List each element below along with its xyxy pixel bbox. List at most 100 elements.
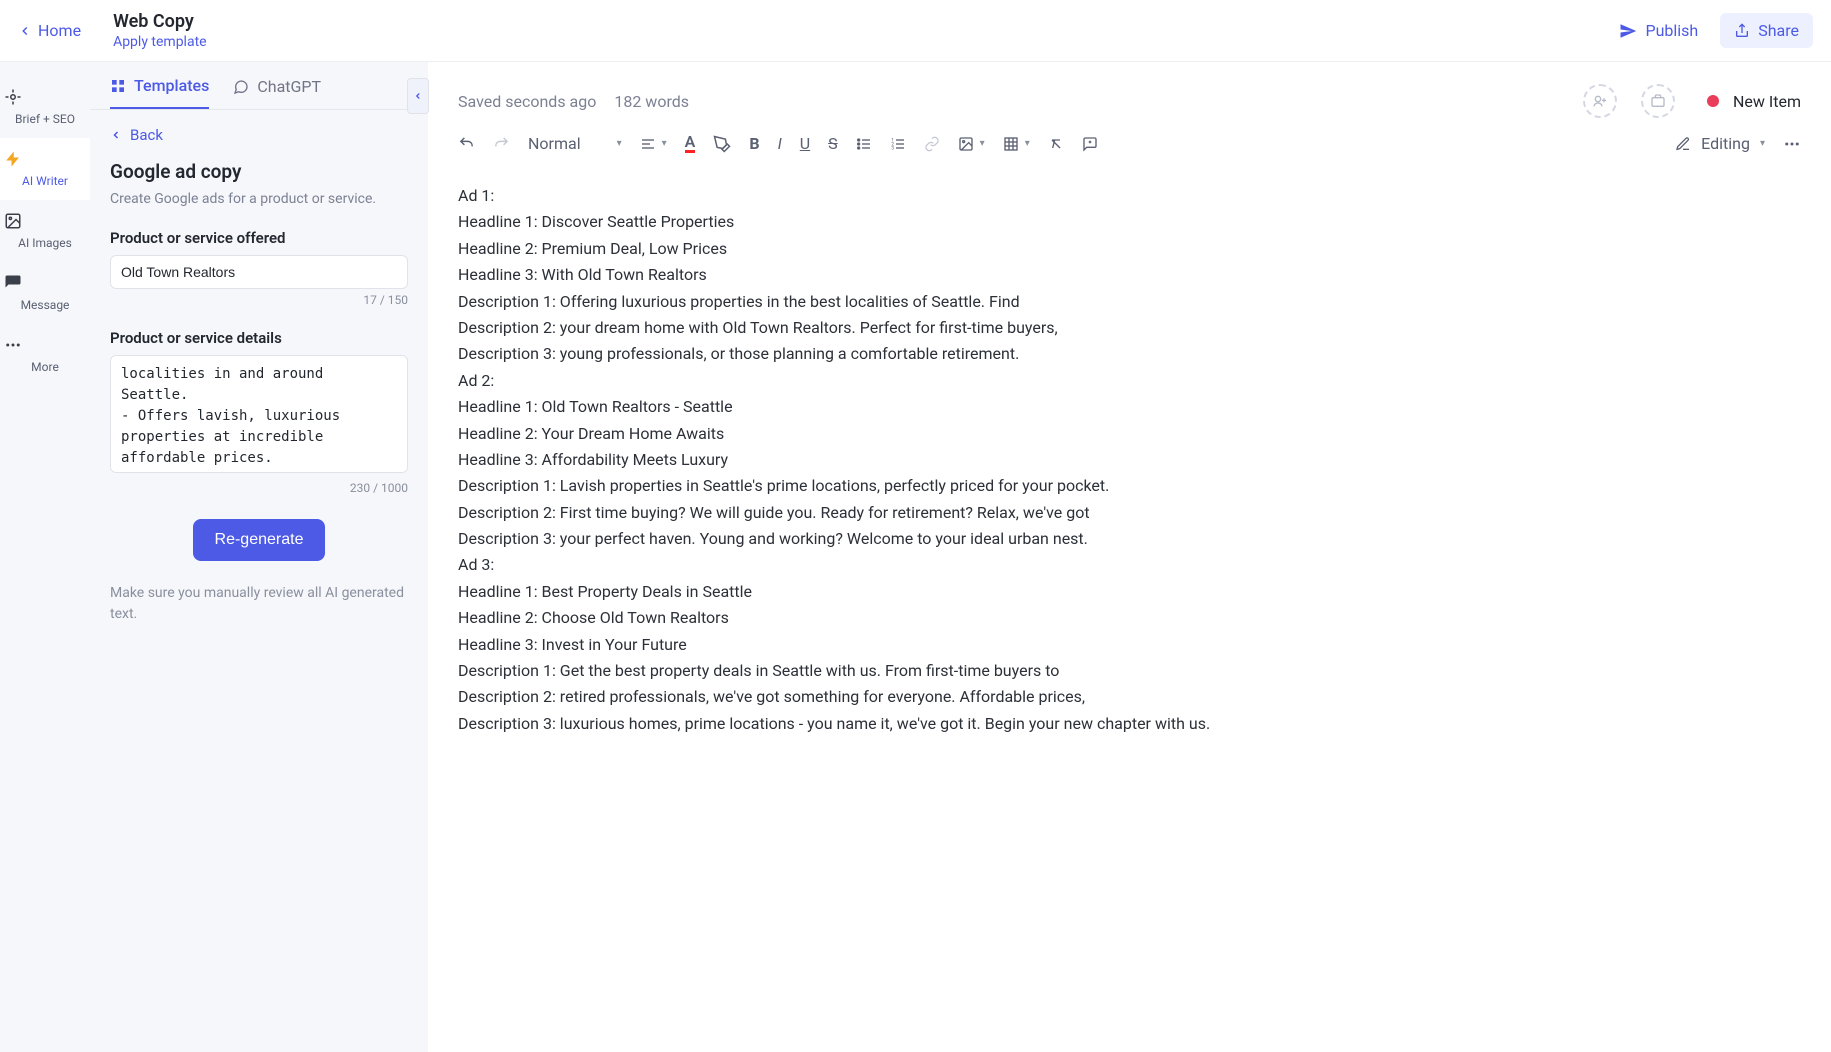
details-textarea[interactable] xyxy=(110,355,408,473)
field-product-label: Product or service offered xyxy=(110,229,408,247)
rail-item-message[interactable]: Message xyxy=(0,262,90,324)
document-line[interactable]: Ad 1: xyxy=(458,183,1801,209)
apply-template-link[interactable]: Apply template xyxy=(113,34,207,50)
document-line[interactable]: Description 2: retired professionals, we… xyxy=(458,684,1801,710)
word-count: 182 words xyxy=(614,92,689,111)
more-icon xyxy=(4,336,86,354)
document-line[interactable]: Headline 2: Your Dream Home Awaits xyxy=(458,421,1801,447)
document-line[interactable]: Ad 3: xyxy=(458,552,1801,578)
tab-chatgpt[interactable]: ChatGPT xyxy=(233,76,321,109)
publish-button[interactable]: Publish xyxy=(1619,21,1698,40)
editor-header: Saved seconds ago 182 words New Item xyxy=(428,62,1831,124)
document-line[interactable]: Description 1: Get the best property dea… xyxy=(458,658,1801,684)
chevron-down-icon: ▾ xyxy=(980,138,985,149)
tab-templates[interactable]: Templates xyxy=(110,76,209,109)
bullet-list-button[interactable] xyxy=(856,136,872,152)
lightning-icon xyxy=(4,150,86,168)
document-line[interactable]: Description 1: Offering luxurious proper… xyxy=(458,289,1801,315)
product-input[interactable] xyxy=(110,255,408,289)
tab-label: Templates xyxy=(134,76,209,95)
strikethrough-button[interactable]: S xyxy=(828,134,838,153)
document-line[interactable]: Description 3: luxurious homes, prime lo… xyxy=(458,711,1801,737)
panel-body: Back Google ad copy Create Google ads fo… xyxy=(90,110,428,641)
document-title: Web Copy xyxy=(113,11,207,32)
document-line[interactable]: Headline 1: Best Property Deals in Seatt… xyxy=(458,579,1801,605)
details-char-count: 230 / 1000 xyxy=(110,481,408,495)
chat-icon xyxy=(233,79,249,95)
comment-button[interactable] xyxy=(1082,136,1098,152)
document-line[interactable]: Headline 1: Discover Seattle Properties xyxy=(458,209,1801,235)
document-line[interactable]: Headline 2: Premium Deal, Low Prices xyxy=(458,236,1801,262)
rail-item-ai-images[interactable]: AI Images xyxy=(0,200,90,262)
saved-status: Saved seconds ago xyxy=(458,92,596,111)
rail-item-brief-seo[interactable]: Brief + SEO xyxy=(0,76,90,138)
briefcase-button[interactable] xyxy=(1641,84,1675,118)
document-line[interactable]: Description 1: Lavish properties in Seat… xyxy=(458,473,1801,499)
align-select[interactable]: ▾ xyxy=(640,136,667,152)
document-line[interactable]: Headline 2: Choose Old Town Realtors xyxy=(458,605,1801,631)
share-label: Share xyxy=(1758,21,1799,40)
rail-label: Message xyxy=(21,298,70,312)
document-line[interactable]: Description 2: First time buying? We wil… xyxy=(458,500,1801,526)
document-line[interactable]: Headline 1: Old Town Realtors - Seattle xyxy=(458,394,1801,420)
document-line[interactable]: Headline 3: Affordability Meets Luxury xyxy=(458,447,1801,473)
rail-label: Brief + SEO xyxy=(15,112,75,126)
style-select[interactable]: Normal ▾ xyxy=(528,134,622,153)
chevron-down-icon: ▾ xyxy=(617,138,622,149)
side-panel: Templates ChatGPT Back Google ad copy Cr… xyxy=(90,62,428,1052)
share-button[interactable]: Share xyxy=(1720,13,1813,48)
mode-select[interactable]: Editing ▾ xyxy=(1675,134,1765,153)
rail-label: More xyxy=(31,360,59,374)
top-bar: Home Web Copy Apply template Publish Sha… xyxy=(0,0,1831,62)
underline-button[interactable]: U xyxy=(800,134,810,153)
collapse-panel-button[interactable] xyxy=(407,78,429,114)
editor-toolbar: Normal ▾ ▾ A B I U S 123 xyxy=(428,124,1831,163)
product-char-count: 17 / 150 xyxy=(110,293,408,307)
rail-label: AI Images xyxy=(18,236,72,250)
chevron-down-icon: ▾ xyxy=(1760,138,1765,149)
document-line[interactable]: Description 3: young professionals, or t… xyxy=(458,341,1801,367)
style-label: Normal xyxy=(528,134,581,153)
back-label: Back xyxy=(130,126,163,144)
text-color-button[interactable]: A xyxy=(685,134,696,153)
redo-button[interactable] xyxy=(493,135,510,152)
document-status[interactable]: New Item xyxy=(1707,92,1801,111)
link-button[interactable] xyxy=(924,136,940,152)
rail-item-ai-writer[interactable]: AI Writer xyxy=(0,138,90,200)
rail-item-more[interactable]: More xyxy=(0,324,90,386)
regenerate-button[interactable]: Re-generate xyxy=(193,519,326,561)
chevron-down-icon: ▾ xyxy=(1025,138,1030,149)
send-icon xyxy=(1619,22,1637,40)
back-link[interactable]: Back xyxy=(110,126,408,144)
italic-button[interactable]: I xyxy=(778,134,782,153)
add-collaborator-button[interactable] xyxy=(1583,84,1617,118)
more-options-button[interactable] xyxy=(1783,135,1801,153)
message-icon xyxy=(4,274,86,292)
left-nav-rail: Brief + SEO AI Writer AI Images Message … xyxy=(0,62,90,1052)
clear-format-button[interactable] xyxy=(1048,136,1064,152)
status-label: New Item xyxy=(1733,92,1801,111)
home-label: Home xyxy=(38,21,81,40)
undo-button[interactable] xyxy=(458,135,475,152)
mode-label: Editing xyxy=(1701,134,1750,153)
main-layout: Brief + SEO AI Writer AI Images Message … xyxy=(0,62,1831,1052)
table-insert-select[interactable]: ▾ xyxy=(1003,136,1030,152)
bold-button[interactable]: B xyxy=(749,134,759,153)
templates-icon xyxy=(110,78,126,94)
template-description: Create Google ads for a product or servi… xyxy=(110,191,408,207)
highlight-button[interactable] xyxy=(713,135,731,153)
document-body[interactable]: Ad 1:Headline 1: Discover Seattle Proper… xyxy=(428,163,1831,757)
document-line[interactable]: Ad 2: xyxy=(458,368,1801,394)
publish-label: Publish xyxy=(1645,21,1698,40)
document-line[interactable]: Headline 3: Invest in Your Future xyxy=(458,632,1801,658)
home-button[interactable]: Home xyxy=(18,21,81,40)
chevron-left-icon xyxy=(18,24,32,38)
editor-area: Saved seconds ago 182 words New Item xyxy=(428,62,1831,1052)
svg-text:3: 3 xyxy=(891,145,894,151)
image-insert-select[interactable]: ▾ xyxy=(958,136,985,152)
document-line[interactable]: Description 2: your dream home with Old … xyxy=(458,315,1801,341)
document-line[interactable]: Description 3: your perfect haven. Young… xyxy=(458,526,1801,552)
document-line[interactable]: Headline 3: With Old Town Realtors xyxy=(458,262,1801,288)
numbered-list-button[interactable]: 123 xyxy=(890,136,906,152)
field-details-label: Product or service details xyxy=(110,329,408,347)
